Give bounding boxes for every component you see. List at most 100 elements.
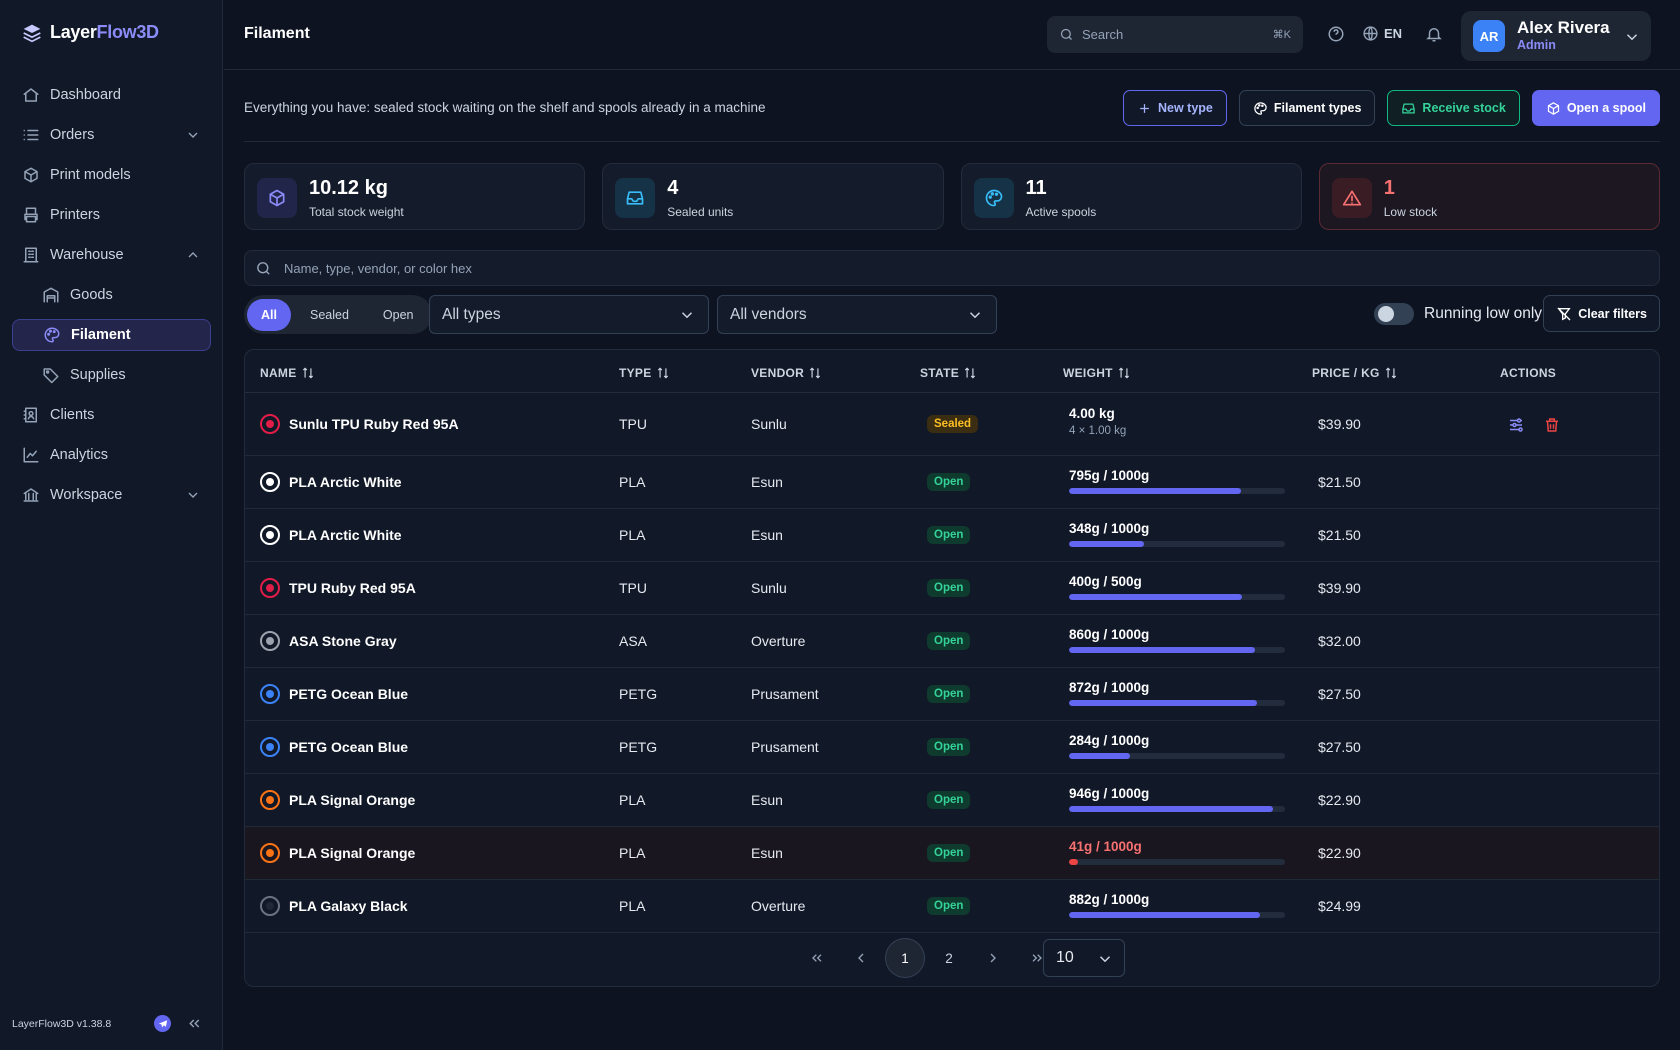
filament-types-button[interactable]: Filament types: [1238, 90, 1376, 126]
sidebar-item-clients[interactable]: Clients: [12, 399, 211, 431]
column-header-state[interactable]: STATE: [920, 366, 977, 380]
tag-icon: [43, 368, 59, 384]
search-icon: [257, 261, 270, 275]
table-row[interactable]: PETG Ocean Blue PETG Prusament Open 872g / 1…: [245, 668, 1659, 721]
sidebar-item-analytics[interactable]: Analytics: [12, 439, 211, 471]
weight-progress-fill: [1069, 911, 1260, 918]
filament-name-cell: PLA Galaxy Black: [260, 895, 408, 916]
sidebar-item-dashboard[interactable]: Dashboard: [12, 79, 211, 111]
receive-stock-label: Receive stock: [1422, 101, 1506, 115]
trash-icon[interactable]: [1543, 416, 1561, 434]
receive-stock-button[interactable]: Receive stock: [1387, 90, 1520, 126]
segment-sealed[interactable]: Sealed: [295, 299, 364, 331]
table-row[interactable]: ASA Stone Gray ASA Overture Open 860g / 1000…: [245, 615, 1659, 668]
weight-progress-fill: [1069, 805, 1274, 812]
telegram-icon[interactable]: [154, 1015, 171, 1032]
table-row[interactable]: PLA Signal Orange PLA Esun Open 946g / 1000g…: [245, 774, 1659, 827]
filament-name-cell: PLA Arctic White: [260, 471, 402, 492]
sidebar-item-label: Warehouse: [50, 247, 124, 263]
sidebar-item-warehouse[interactable]: Warehouse: [12, 239, 211, 271]
clear-filters-button[interactable]: Clear filters: [1543, 295, 1660, 332]
chevron-down-icon: [188, 132, 198, 138]
state-badge: Open: [927, 843, 971, 862]
sidebar-item-printers[interactable]: Printers: [12, 199, 211, 231]
globe-icon: [1363, 26, 1378, 41]
weight-cell: 348g / 1000g: [1069, 521, 1285, 547]
table-row[interactable]: TPU Ruby Red 95A TPU Sunlu Open 400g / 500g $…: [245, 562, 1659, 615]
price-per-kg: $39.90: [1318, 579, 1361, 596]
filament-name: PLA Arctic White: [289, 473, 402, 490]
new-type-label: New type: [1158, 101, 1213, 115]
sidebar-item-supplies[interactable]: Supplies: [12, 359, 211, 391]
collapse-sidebar-icon[interactable]: [186, 1015, 203, 1032]
type-select[interactable]: All types: [429, 295, 709, 334]
table-row[interactable]: PLA Signal Orange PLA Esun Open 41g / 1000g $…: [245, 827, 1659, 880]
brand-logo[interactable]: LayerFlow3D: [22, 22, 159, 43]
weight-progress-bar: [1069, 540, 1285, 547]
column-header-vendor[interactable]: VENDOR: [751, 366, 822, 380]
weight-value: 41g / 1000g: [1069, 838, 1142, 854]
page-1-button[interactable]: 1: [885, 938, 925, 978]
contacts-icon: [23, 407, 37, 423]
sidebar-item-workspace[interactable]: Workspace: [12, 479, 211, 511]
sidebar-item-goods[interactable]: Goods: [12, 279, 211, 311]
next-page-button[interactable]: [973, 938, 1013, 978]
stat-card-active-spools: 11 Active spools: [960, 163, 1302, 230]
help-icon[interactable]: [1327, 25, 1345, 43]
weight-progress-fill: [1069, 752, 1131, 759]
per-page-value: 10: [1056, 949, 1074, 966]
adjust-icon[interactable]: [1507, 416, 1525, 434]
filament-type: TPU: [619, 579, 647, 596]
state-cell: Open: [927, 790, 971, 809]
open-spool-button[interactable]: Open a spool: [1531, 90, 1660, 126]
table-row[interactable]: PLA Arctic White PLA Esun Open 795g / 1000g $…: [245, 456, 1659, 509]
search-icon: [1060, 28, 1072, 40]
stat-icon-wrap: [615, 178, 656, 218]
per-page-select[interactable]: 10: [1043, 939, 1125, 977]
sidebar-item-print-models[interactable]: Print models: [12, 159, 211, 191]
language-label: EN: [1384, 26, 1403, 41]
state-cell: Open: [927, 525, 971, 544]
filter-search-placeholder: Name, type, vendor, or color hex: [284, 260, 472, 276]
user-menu[interactable]: AR Alex Rivera Admin: [1461, 11, 1651, 61]
language-switcher[interactable]: EN: [1362, 25, 1402, 42]
page-2-button[interactable]: 2: [929, 938, 969, 978]
bell-icon[interactable]: [1425, 25, 1443, 43]
state-cell: Open: [927, 472, 971, 491]
weight-value: 284g / 1000g: [1069, 732, 1150, 748]
sidebar-item-orders[interactable]: Orders: [12, 119, 211, 151]
price-per-kg: $22.90: [1318, 791, 1361, 808]
weight-value: 882g / 1000g: [1069, 891, 1150, 907]
filament-vendor: Sunlu: [751, 579, 787, 596]
column-header-label: PRICE / KG: [1312, 366, 1380, 380]
filter-search-input[interactable]: Name, type, vendor, or color hex: [244, 250, 1660, 286]
color-swatch: [260, 630, 280, 651]
stat-icon-wrap: [257, 178, 297, 218]
new-type-button[interactable]: New type: [1123, 90, 1227, 126]
user-name: Alex Rivera: [1517, 18, 1610, 37]
column-header-label: WEIGHT: [1063, 366, 1113, 380]
state-badge: Open: [927, 896, 971, 915]
filament-type: PLA: [619, 473, 646, 490]
column-header-weight[interactable]: WEIGHT: [1063, 366, 1131, 380]
column-header-price-kg[interactable]: PRICE / KG: [1312, 366, 1398, 380]
weight-value: 860g / 1000g: [1069, 626, 1150, 642]
first-page-button[interactable]: [797, 938, 837, 978]
running-low-toggle[interactable]: [1374, 303, 1414, 325]
segment-open[interactable]: Open: [368, 299, 429, 331]
global-search-input[interactable]: Search ⌘K: [1047, 16, 1303, 53]
segment-all[interactable]: All: [247, 298, 291, 331]
vendor-select[interactable]: All vendors: [717, 295, 997, 334]
sidebar-item-filament[interactable]: Filament: [12, 319, 211, 351]
weight-cell: 400g / 500g: [1069, 574, 1285, 600]
prev-page-button[interactable]: [841, 938, 881, 978]
chevron-down-icon: [681, 312, 693, 319]
column-header-name[interactable]: NAME: [260, 366, 315, 380]
sidebar-nav: Dashboard Orders Print models Printers Wareh…: [12, 79, 211, 519]
table-row[interactable]: PLA Arctic White PLA Esun Open 348g / 1000g $…: [245, 509, 1659, 562]
table-row[interactable]: Sunlu TPU Ruby Red 95A TPU Sunlu Sealed 4.00…: [245, 394, 1659, 456]
table-row[interactable]: PETG Ocean Blue PETG Prusament Open 284g / 1…: [245, 721, 1659, 774]
state-badge: Open: [927, 684, 971, 703]
table-row[interactable]: PLA Galaxy Black PLA Overture Open 882g / 10…: [245, 880, 1659, 933]
column-header-type[interactable]: TYPE: [619, 366, 670, 380]
